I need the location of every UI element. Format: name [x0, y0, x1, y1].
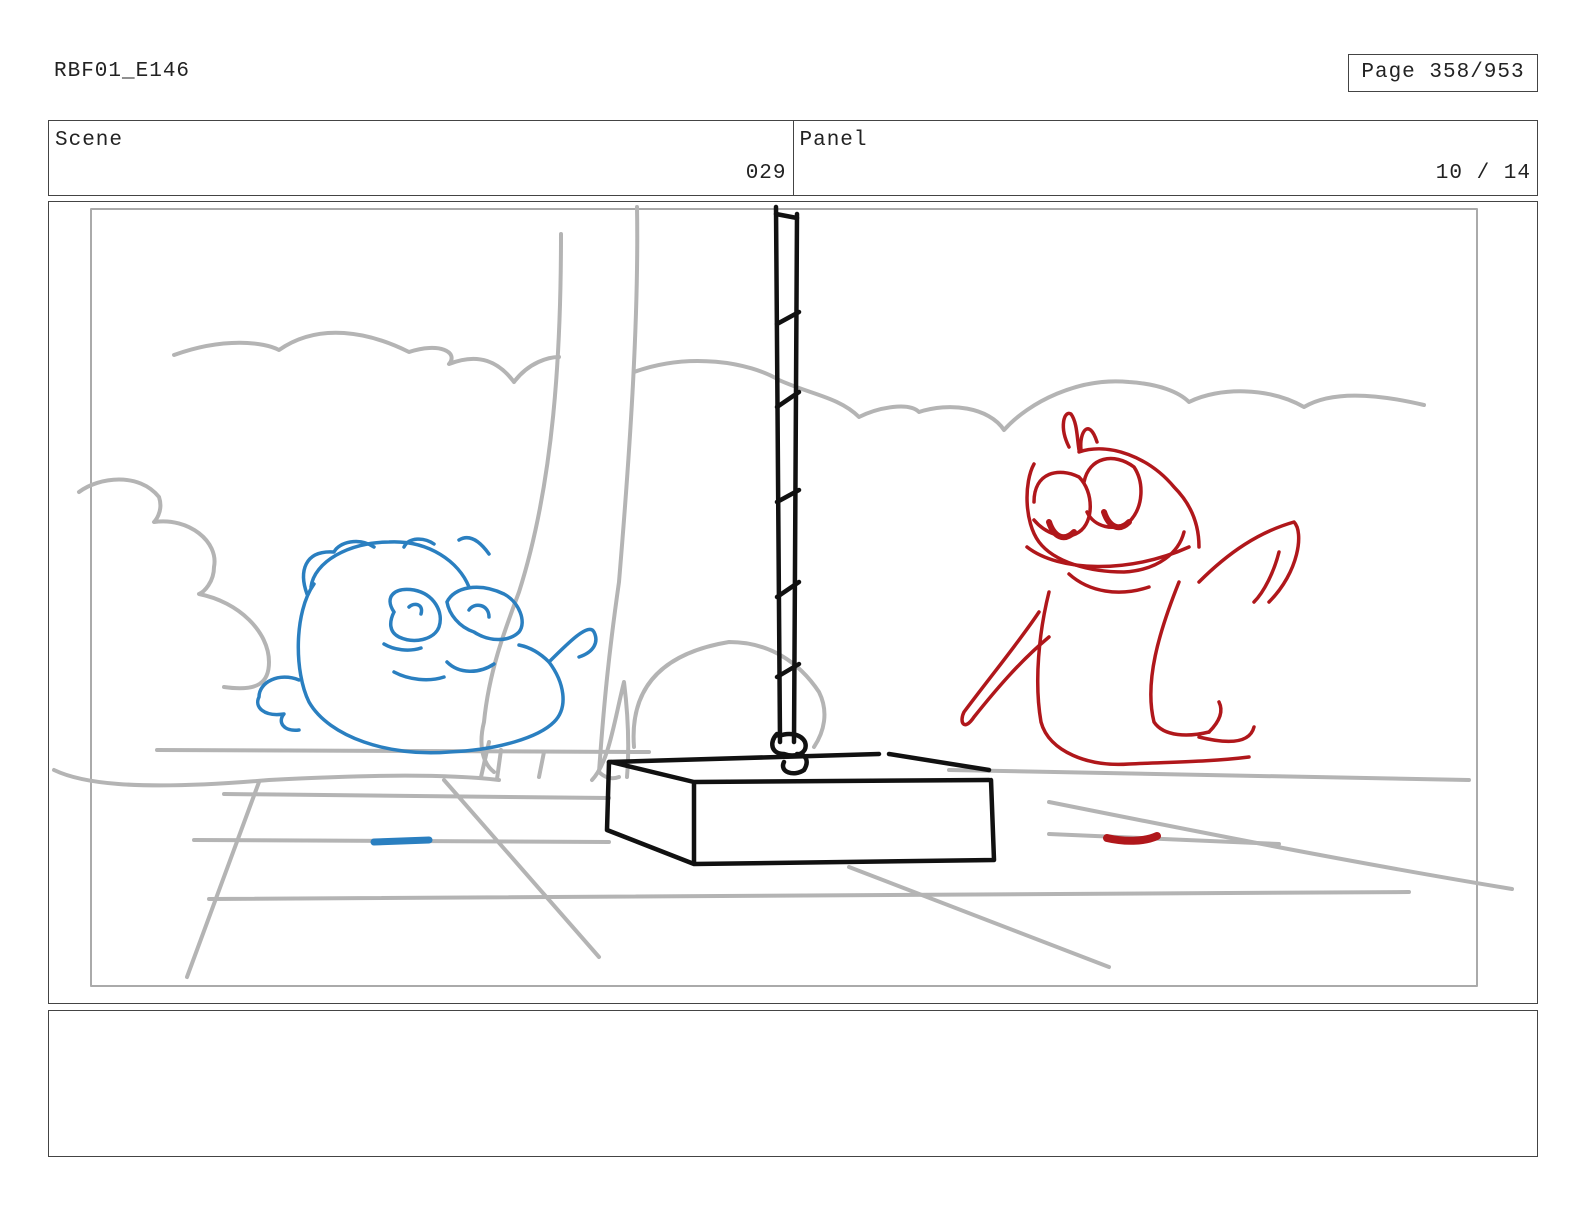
panel-number: 10 / 14 — [1435, 162, 1531, 185]
storyboard-sketch — [52, 204, 1514, 987]
scene-label: Scene — [55, 129, 124, 152]
panel-label: Panel — [799, 129, 868, 152]
panel-cell: Panel 10 / 14 — [792, 121, 1538, 195]
notes-box — [48, 1010, 1538, 1157]
page-indicator: Page 358/953 — [1348, 54, 1538, 92]
pole-base-sketch — [604, 204, 997, 867]
document-id: RBF01_E146 — [54, 60, 191, 83]
scene-panel-info-row: Scene 029 Panel 10 / 14 — [48, 120, 1538, 196]
storyboard-frame — [48, 201, 1538, 1004]
safe-area-frame — [90, 208, 1478, 987]
scene-cell: Scene 029 — [49, 121, 793, 195]
scene-number: 029 — [745, 162, 787, 185]
